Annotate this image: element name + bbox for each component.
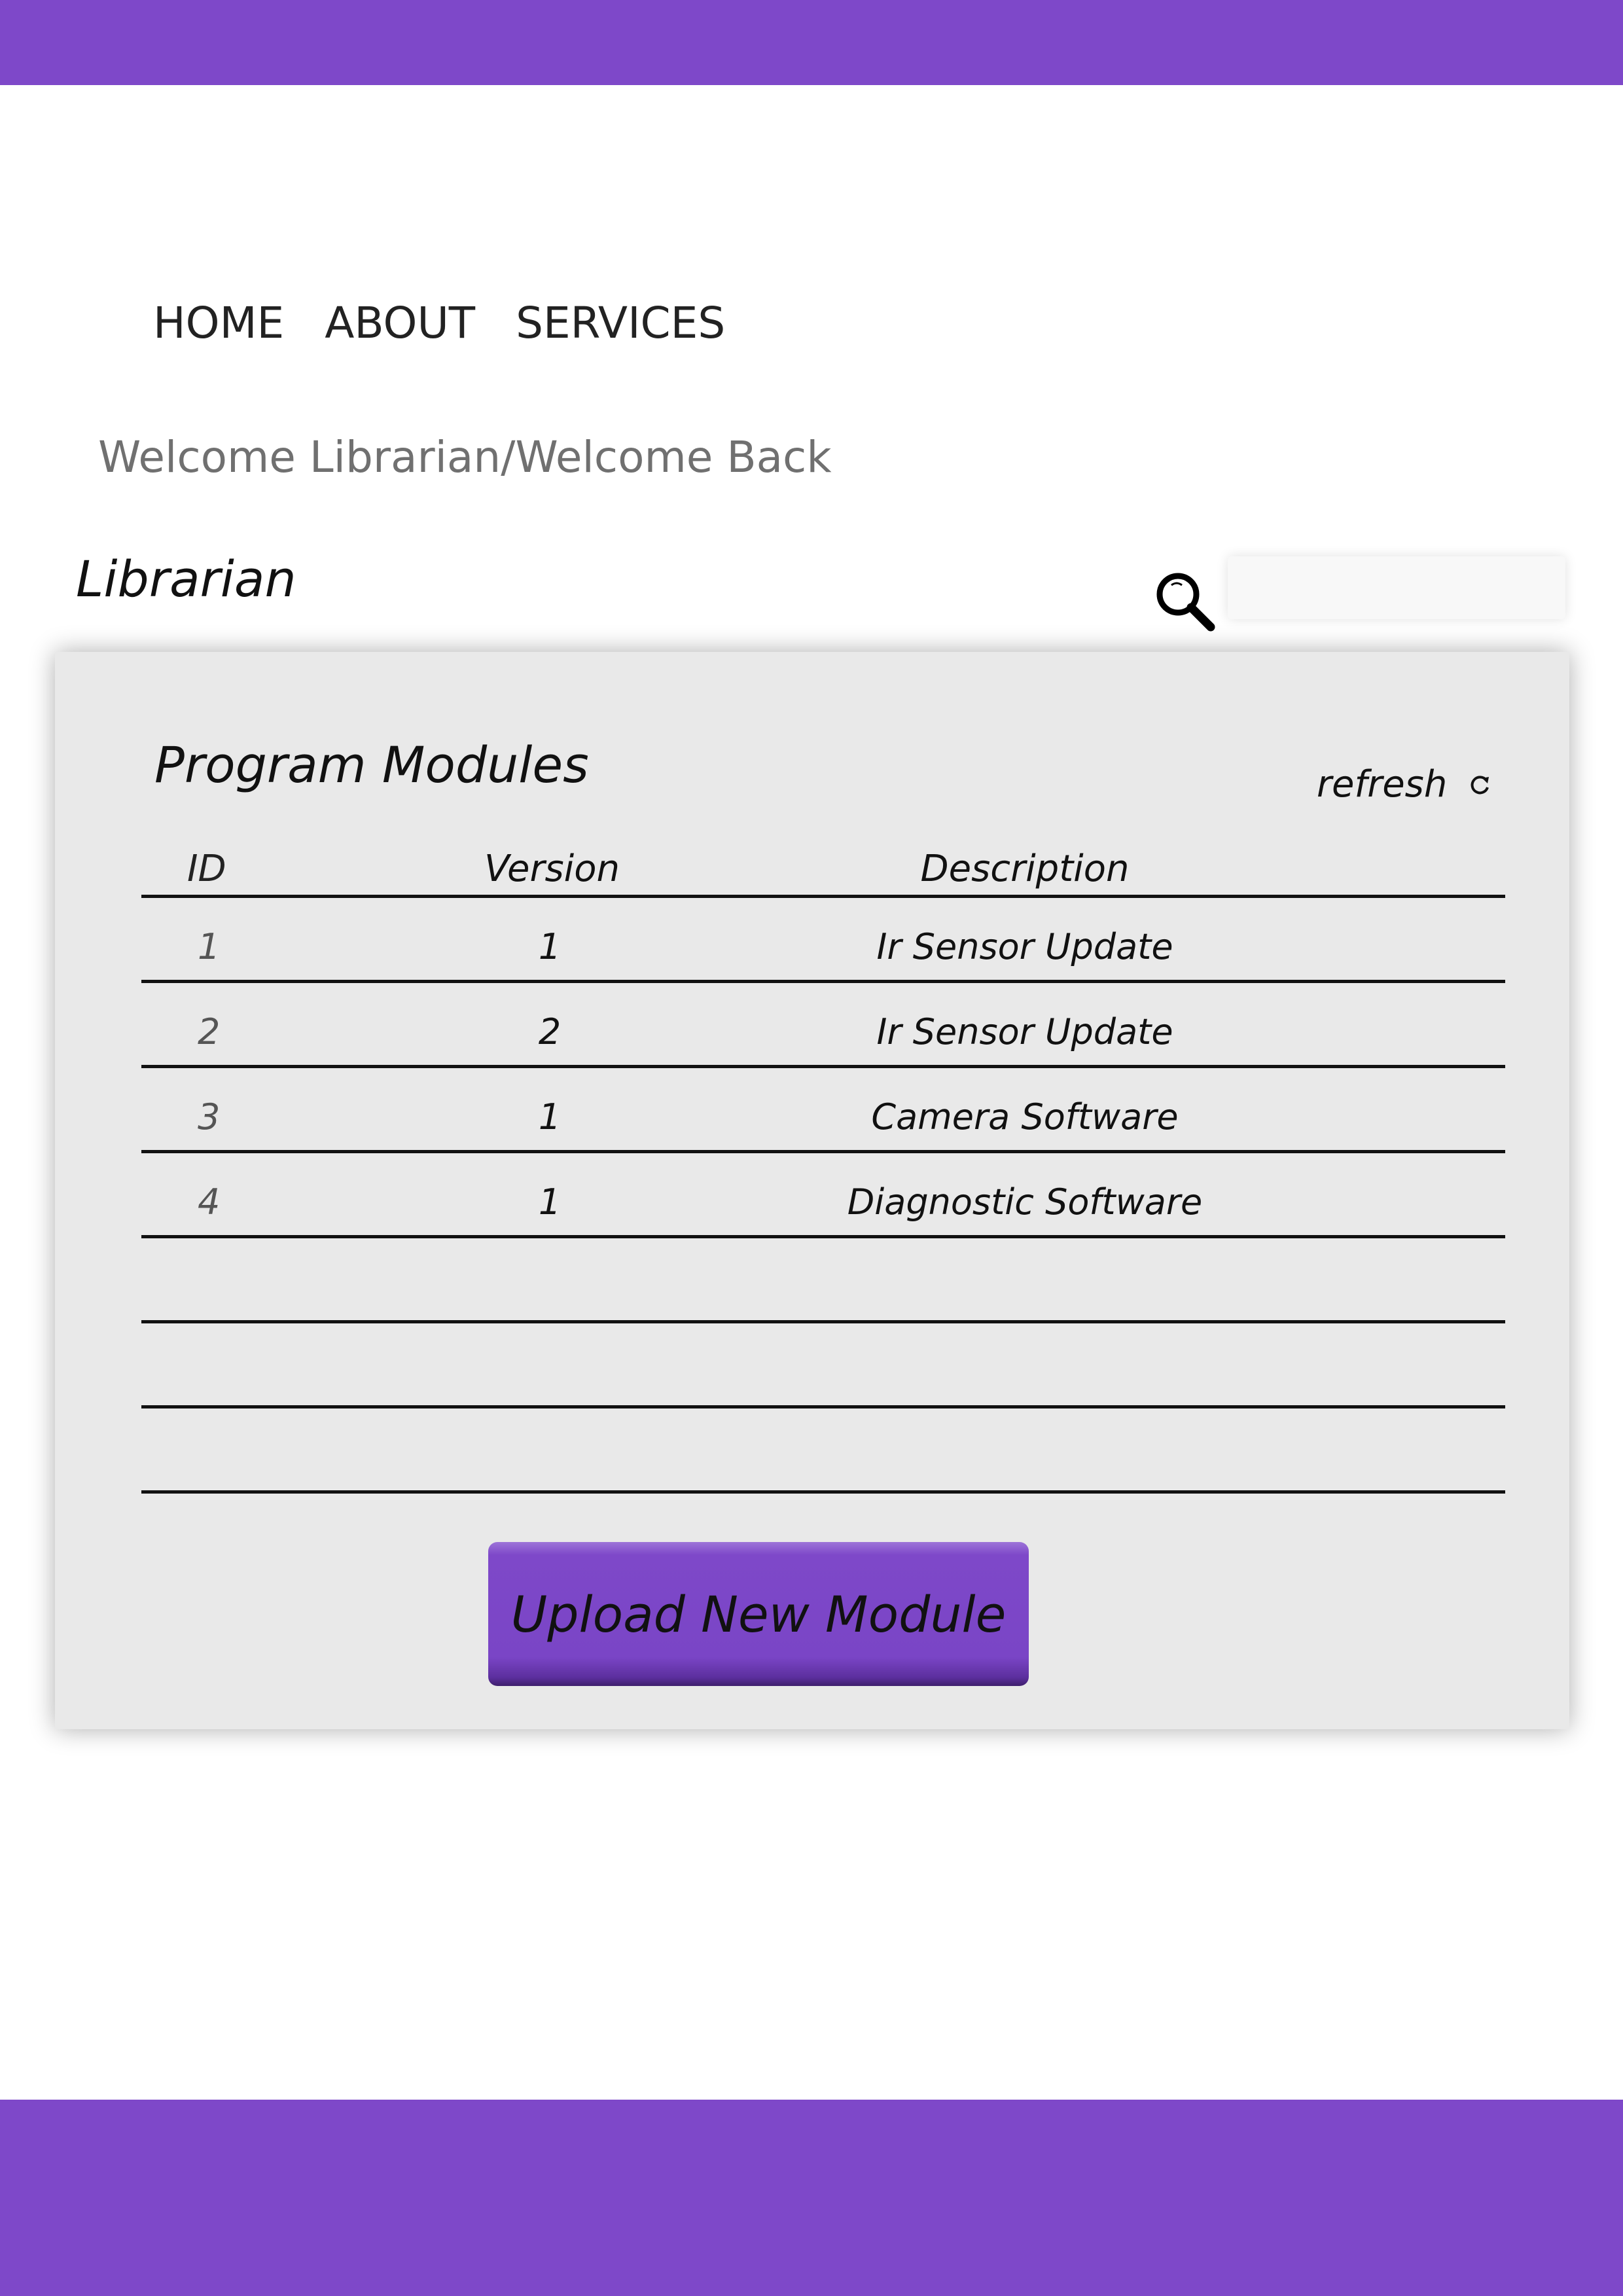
refresh-label: refresh (1317, 763, 1448, 806)
cell-description: Ir Sensor Update (876, 926, 1173, 967)
refresh-button[interactable]: refresh (1317, 763, 1493, 806)
table-row[interactable]: 2 2 Ir Sensor Update (141, 983, 1505, 1068)
panel-title: Program Modules (154, 736, 589, 794)
nav-home-link[interactable]: HOME (153, 298, 284, 348)
top-banner (0, 0, 1623, 85)
modules-table: ID Version Description 1 1 Ir Sensor Upd… (141, 835, 1505, 1494)
table-row[interactable]: 3 1 Camera Software (141, 1068, 1505, 1153)
column-header-id: ID (187, 848, 226, 890)
cell-id: 1 (198, 926, 221, 967)
program-modules-panel: Program Modules refresh ID Version Descr… (55, 652, 1569, 1729)
table-row[interactable]: 1 1 Ir Sensor Update (141, 898, 1505, 983)
welcome-message: Welcome Librarian/Welcome Back (98, 432, 832, 482)
nav-about-link[interactable]: ABOUT (325, 298, 475, 348)
nav-services-link[interactable]: SERVICES (516, 298, 725, 348)
cell-version: 1 (538, 1096, 562, 1138)
cell-id: 4 (198, 1181, 221, 1223)
refresh-icon (1471, 775, 1489, 794)
cell-id: 2 (198, 1011, 221, 1052)
cell-description: Camera Software (871, 1096, 1179, 1138)
user-role-heading: Librarian (76, 550, 296, 608)
column-header-version: Version (484, 848, 620, 890)
cell-description: Diagnostic Software (847, 1181, 1203, 1223)
cell-version: 1 (538, 1181, 562, 1223)
main-nav: HOME ABOUT SERVICES (153, 293, 766, 352)
cell-version: 1 (538, 926, 562, 967)
table-row-empty (141, 1238, 1505, 1323)
bottom-banner (0, 2100, 1623, 2296)
cell-description: Ir Sensor Update (876, 1011, 1173, 1052)
cell-version: 2 (538, 1011, 562, 1052)
table-row[interactable]: 4 1 Diagnostic Software (141, 1153, 1505, 1238)
column-header-description: Description (920, 848, 1130, 890)
search-input[interactable] (1228, 556, 1565, 619)
table-row-empty (141, 1408, 1505, 1494)
table-row-empty (141, 1323, 1505, 1408)
upload-new-module-button[interactable]: Upload New Module (488, 1542, 1029, 1686)
search-icon[interactable] (1152, 568, 1217, 634)
table-header-row: ID Version Description (141, 835, 1505, 898)
cell-id: 3 (198, 1096, 221, 1138)
